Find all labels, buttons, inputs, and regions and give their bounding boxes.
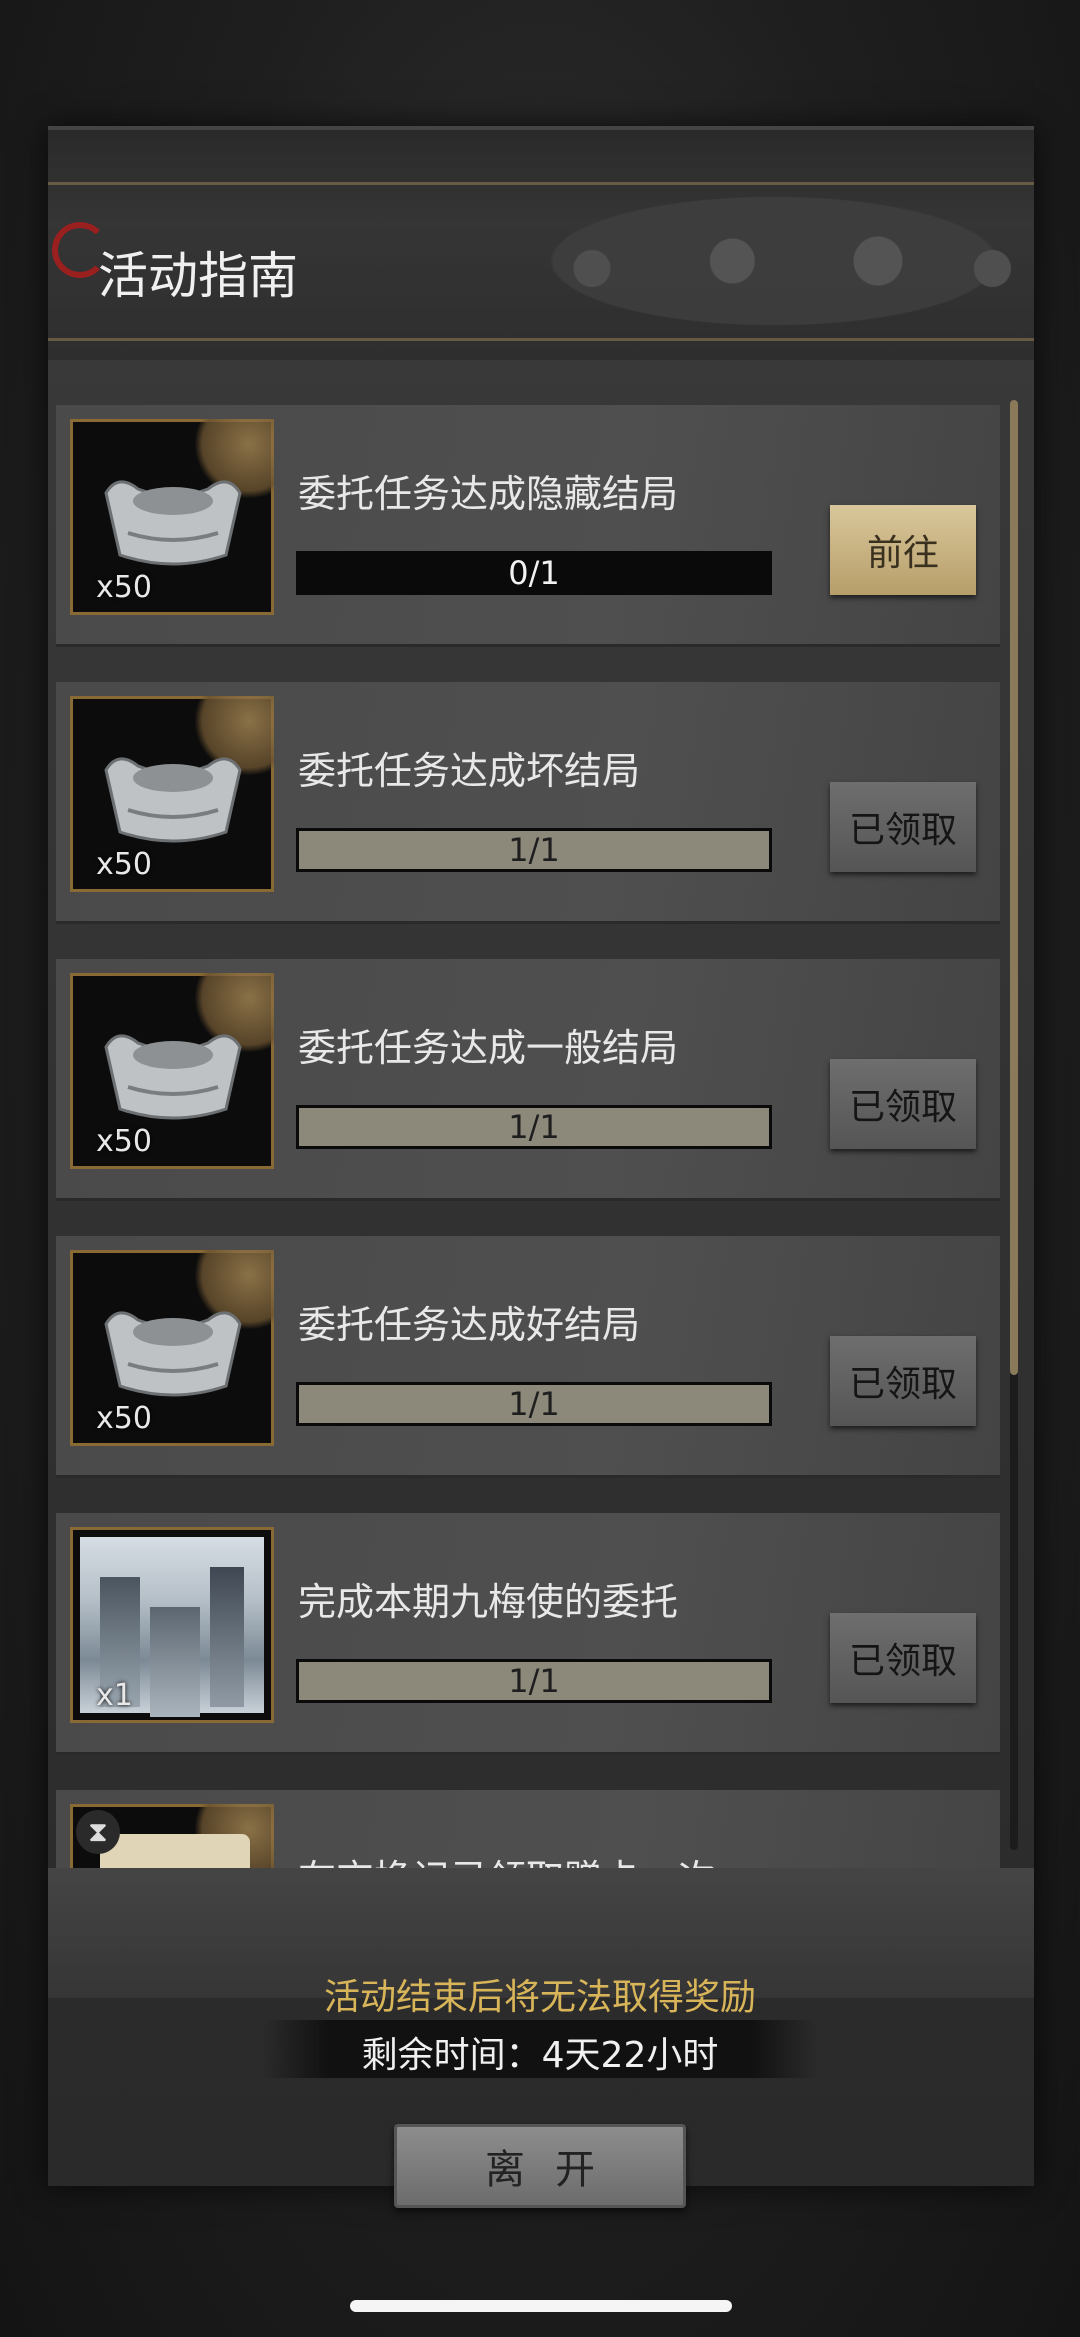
task-title: 委托任务达成一般结局 [298,1026,679,1070]
card-pack-icon [100,1834,250,1868]
cloud-ornament-icon [514,186,1034,336]
silver-ingot-icon [104,480,242,566]
task-title: 在交换记录领取赠卡一次 [298,1848,716,1868]
remaining-time: 剩余时间：4天22小时 [361,2035,719,2076]
reward-quantity: x1 [96,1678,133,1713]
task-card: x1 完成本期九梅使的委托 1/1 已领取 [56,1513,1000,1755]
progress-bar: 0/1 [296,551,772,595]
task-title: 委托任务达成好结局 [298,1303,641,1347]
reward-thumbnail: ⧗ [70,1804,274,1868]
claimed-button[interactable]: 已领取 [830,1336,976,1426]
progress-bar: 1/1 [296,828,772,872]
progress-text: 1/1 [508,1662,560,1700]
reward-thumbnail: x50 [70,696,274,892]
reward-quantity: x50 [96,1124,152,1159]
progress-bar: 1/1 [296,1659,772,1703]
claimed-button[interactable]: 已领取 [830,1059,976,1149]
reward-thumbnail: x50 [70,419,274,615]
claimed-button[interactable]: 已领取 [830,1613,976,1703]
task-card: x50 委托任务达成好结局 1/1 已领取 [56,1236,1000,1478]
silver-ingot-icon [104,757,242,843]
task-card: x50 委托任务达成坏结局 1/1 已领取 [56,682,1000,924]
scroll-thumb[interactable] [1010,400,1018,1375]
header-bottom-rule [48,338,1034,341]
task-title: 委托任务达成隐藏结局 [298,472,679,516]
reward-quantity: x50 [96,847,152,882]
task-list[interactable]: x50 委托任务达成隐藏结局 0/1 前往 x50 委托任务达成坏结局 1/1 … [56,405,1000,1868]
end-warning-text: 活动结束后将无法取得奖励 [323,1977,756,2018]
task-card: ⧗ 在交换记录领取赠卡一次 [56,1790,1000,1868]
task-title: 完成本期九梅使的委托 [298,1580,679,1624]
progress-bar: 1/1 [296,1382,772,1426]
progress-bar: 1/1 [296,1105,772,1149]
reward-quantity: x50 [96,1401,152,1436]
reward-thumbnail: x1 [70,1527,274,1723]
reward-thumbnail: x50 [70,973,274,1169]
home-indicator[interactable] [350,2300,732,2312]
scrollbar[interactable] [1010,400,1018,1850]
task-title: 委托任务达成坏结局 [298,749,641,793]
progress-text: 0/1 [508,554,560,592]
silver-ingot-icon [104,1034,242,1120]
progress-text: 1/1 [508,1385,560,1423]
progress-text: 1/1 [508,831,560,869]
hourglass-icon: ⧗ [76,1810,120,1854]
page-title: 活动指南 [98,247,298,305]
progress-text: 1/1 [508,1108,560,1146]
task-card: x50 委托任务达成一般结局 1/1 已领取 [56,959,1000,1201]
task-card: x50 委托任务达成隐藏结局 0/1 前往 [56,405,1000,647]
reward-thumbnail: x50 [70,1250,274,1446]
go-button[interactable]: 前往 [830,505,976,595]
claimed-button[interactable]: 已领取 [830,782,976,872]
leave-button[interactable]: 离开 [394,2124,686,2208]
header-top-rule [48,182,1034,185]
silver-ingot-icon [104,1311,242,1397]
reward-quantity: x50 [96,570,152,605]
